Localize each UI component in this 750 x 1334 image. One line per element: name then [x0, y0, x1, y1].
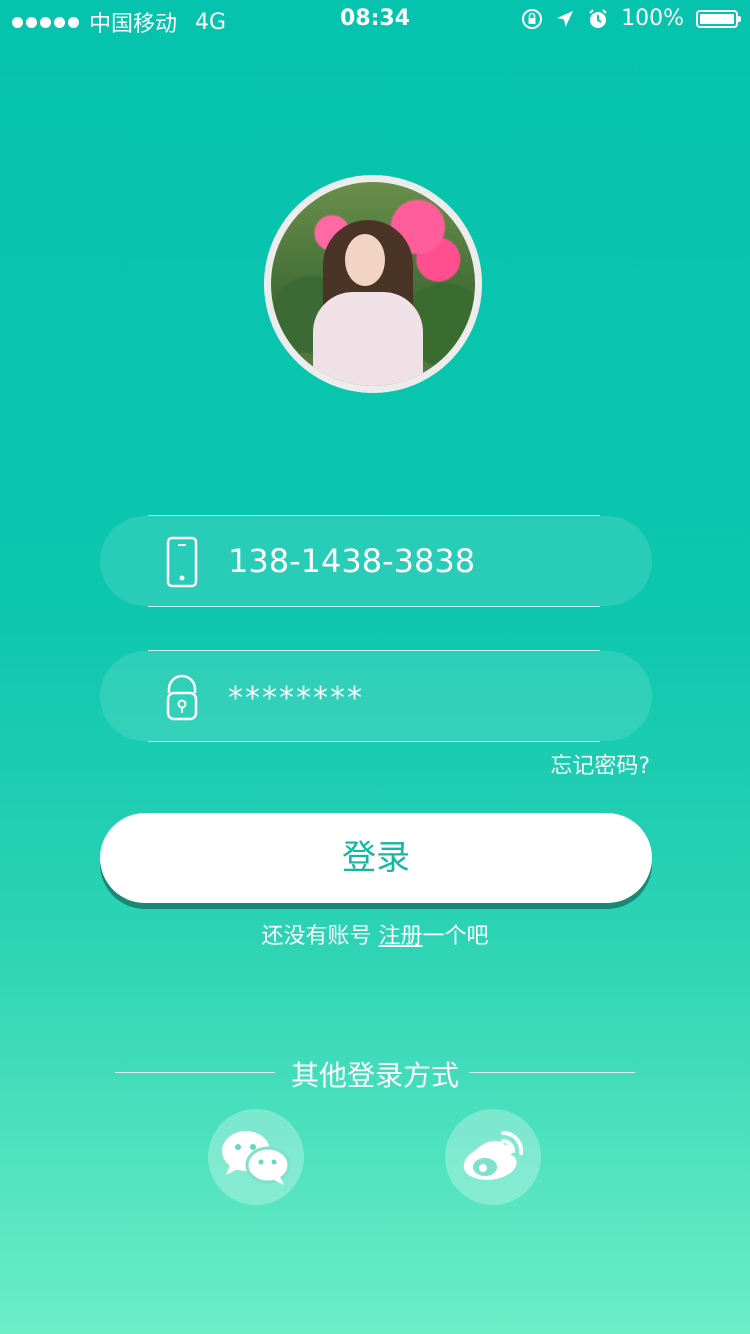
password-field-top-line [148, 650, 600, 651]
other-login-title: 其他登录方式 [290, 1059, 459, 1092]
battery-percentage: 100% [621, 6, 684, 31]
register-prompt: 还没有账号 注册一个吧 [0, 918, 750, 950]
status-right: 100% [521, 6, 741, 31]
phone-input[interactable]: 138-1438-3838 [228, 516, 475, 606]
location-icon [557, 10, 574, 27]
other-login-divider: 其他登录方式 [115, 1050, 635, 1094]
avatar-photo [271, 182, 475, 386]
login-button[interactable]: 登录 [100, 813, 652, 903]
register-suffix-text: 一个吧 [422, 924, 489, 949]
password-input[interactable]: ******** [228, 651, 364, 741]
battery-icon [696, 9, 741, 28]
status-bar: 中国移动 4G 08:34 100% [0, 0, 750, 40]
register-link[interactable]: 注册 [378, 924, 422, 949]
avatar [264, 175, 482, 393]
register-prefix-text: 还没有账号 [261, 924, 379, 949]
forgot-password-link[interactable]: 忘记密码? [550, 748, 650, 780]
divider-right [469, 1072, 635, 1073]
rotation-lock-icon [522, 8, 543, 29]
wechat-login-button[interactable] [208, 1109, 304, 1205]
lock-icon [166, 674, 198, 721]
weibo-login-button[interactable] [445, 1109, 541, 1205]
password-field-bottom-line [148, 741, 600, 742]
password-field[interactable]: ******** [100, 650, 652, 742]
phone-field[interactable]: 138-1438-3838 [100, 515, 652, 607]
phone-field-bottom-line [148, 606, 600, 607]
wechat-icon [222, 1131, 291, 1185]
weibo-icon [463, 1130, 524, 1180]
alarm-icon [589, 8, 607, 28]
phone-icon [166, 536, 198, 588]
